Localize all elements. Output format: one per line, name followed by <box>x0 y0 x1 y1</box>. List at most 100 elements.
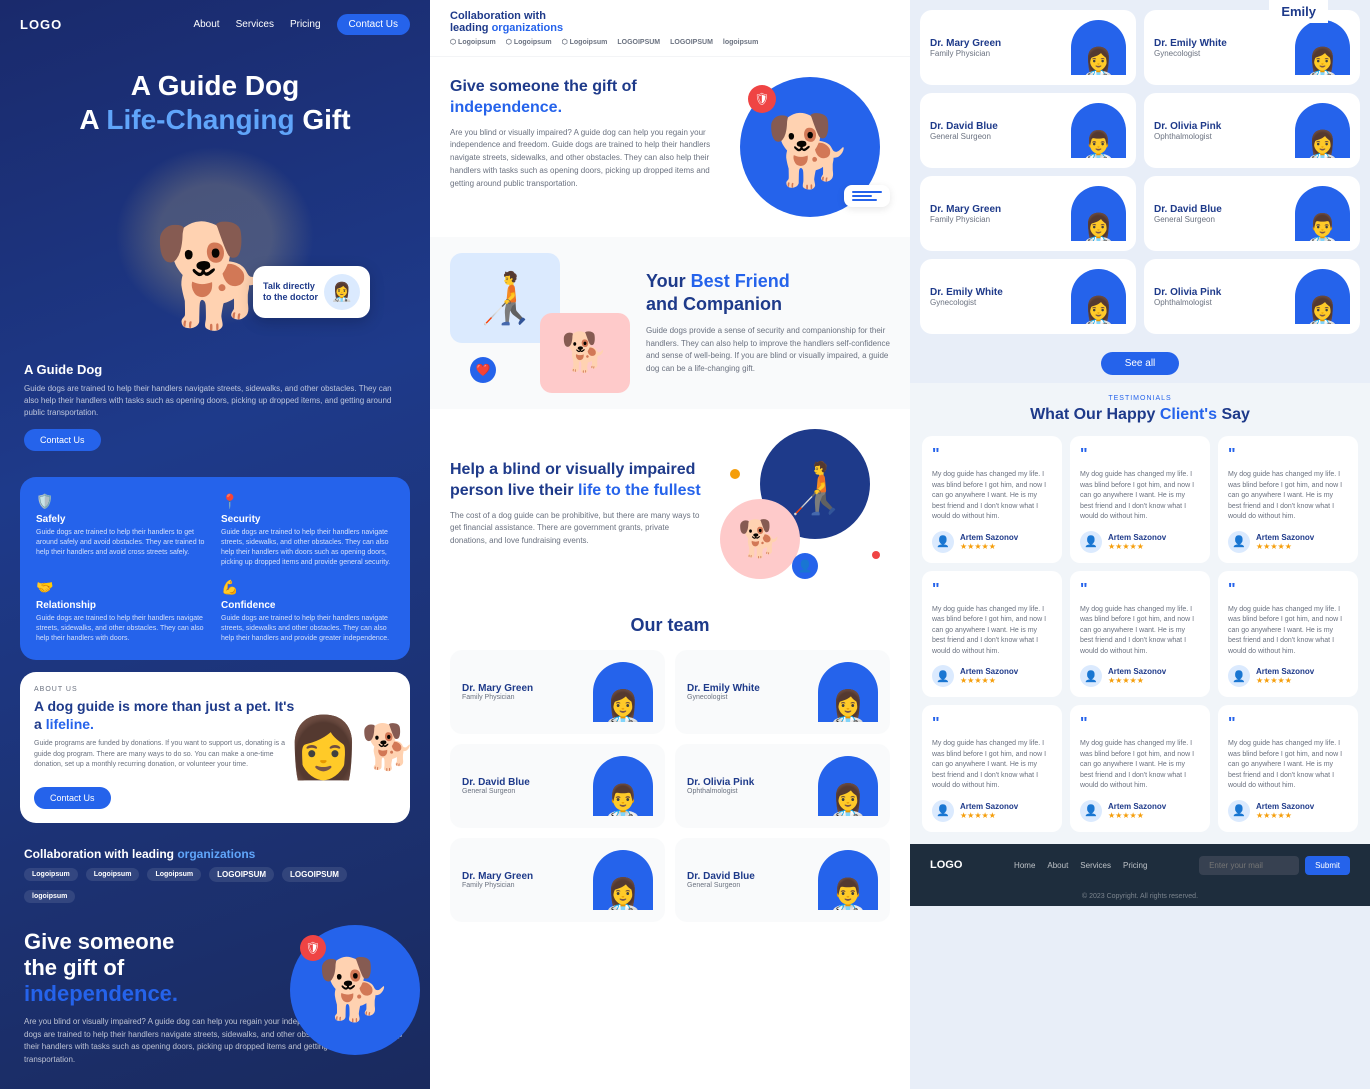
testimonial-7: " My dog guide has changed my life. I wa… <box>1070 705 1210 832</box>
footer-services[interactable]: Services <box>1080 861 1111 870</box>
stars-7: ★★★★★ <box>1108 811 1166 820</box>
doctor-name-6: Dr. Emily White <box>930 287 1063 298</box>
testimonial-text-8: My dog guide has changed my life. I was … <box>1228 739 1348 792</box>
author-avatar-8: 👤 <box>1228 800 1250 822</box>
logo-pill-2: Logoipsum <box>86 868 140 881</box>
team-avatar-0: 👩‍⚕️ <box>593 662 653 722</box>
bf-desc: Guide dogs provide a sense of security a… <box>646 325 890 376</box>
nav-pricing[interactable]: Pricing <box>290 19 321 30</box>
dot-orange <box>872 551 880 559</box>
blind-section: Help a blind or visually impaired person… <box>430 409 910 599</box>
bf-text: Your Best Friendand Companion Guide dogs… <box>646 270 890 376</box>
page-wrapper: LOGO About Services Pricing Contact Us A… <box>0 0 1370 1089</box>
doctor-spec-1: Gynecologist <box>1154 49 1287 58</box>
team-avatar-1: 👩‍⚕️ <box>818 662 878 722</box>
team-name-4: Dr. Mary Green <box>462 871 585 882</box>
collab-logos-left: Logoipsum Logoipsum Logoipsum LOGOIPSUM … <box>24 867 406 903</box>
doctor-info-1: Dr. Emily White Gynecologist <box>1154 38 1287 58</box>
nav-services[interactable]: Services <box>236 19 274 30</box>
team-name-0: Dr. Mary Green <box>462 683 585 694</box>
nav-links: About Services Pricing Contact Us <box>193 14 410 35</box>
independence-section: Give someone the gift of independence. A… <box>430 57 910 237</box>
middle-panel: Collaboration withleading organizations … <box>430 0 910 1089</box>
testimonial-text-4: My dog guide has changed my life. I was … <box>1080 605 1200 658</box>
bf-title: Your Best Friendand Companion <box>646 270 890 317</box>
mid-logo-2: ⬡ Logoipsum <box>506 38 552 46</box>
quote-icon-5: " <box>1228 581 1348 599</box>
lines-badge <box>844 185 890 207</box>
author-info-1: Artem Sazonov ★★★★★ <box>1108 533 1166 551</box>
doctor-name-5: Dr. David Blue <box>1154 204 1287 215</box>
author-name-8: Artem Sazonov <box>1256 802 1314 811</box>
testimonial-1: " My dog guide has changed my life. I wa… <box>1070 436 1210 563</box>
relationship-desc: Guide dogs are trained to help their han… <box>36 614 209 643</box>
footer-copyright: © 2023 Copyright. All rights reserved. <box>910 887 1370 906</box>
doctor-info-5: Dr. David Blue General Surgeon <box>1154 204 1287 224</box>
doctor-card-5: Dr. David Blue General Surgeon 👨‍⚕️ <box>1144 176 1360 251</box>
team-card-1: Dr. Emily White Gynecologist 👩‍⚕️ <box>675 650 890 734</box>
testimonials-tag: TESTIMONIALS <box>922 395 1358 402</box>
author-avatar-1: 👤 <box>1080 531 1102 553</box>
doctor-bubble: Talk directlyto the doctor 👩‍⚕️ <box>253 266 370 318</box>
nav-about[interactable]: About <box>193 19 219 30</box>
newsletter-input[interactable] <box>1199 856 1299 875</box>
doctor-card-3: Dr. Olivia Pink Ophthalmologist 👩‍⚕️ <box>1144 93 1360 168</box>
doctor-name-2: Dr. David Blue <box>930 121 1063 132</box>
doctor-name-7: Dr. Olivia Pink <box>1154 287 1287 298</box>
stars-2: ★★★★★ <box>1256 542 1314 551</box>
quote-icon-4: " <box>1080 581 1200 599</box>
doctor-card-7: Dr. Olivia Pink Ophthalmologist 👩‍⚕️ <box>1144 259 1360 334</box>
confidence-icon: 💪 <box>221 579 394 596</box>
team-info-5: Dr. David Blue General Surgeon <box>687 871 810 889</box>
mid-logo-3: ⬡ Logoipsum <box>562 38 608 46</box>
testimonials-grid: " My dog guide has changed my life. I wa… <box>922 436 1358 832</box>
hero-section: A Guide Dog A Life-Changing Gift 🐕 Talk … <box>0 49 430 346</box>
newsletter-submit[interactable]: Submit <box>1305 856 1350 875</box>
footer-about[interactable]: About <box>1047 861 1068 870</box>
relationship-icon: 🤝 <box>36 579 209 596</box>
see-all-button[interactable]: See all <box>1101 352 1180 375</box>
bubble-text: Talk directlyto the doctor <box>263 281 318 304</box>
person-badge: 👤 <box>792 553 818 579</box>
testimonial-text-2: My dog guide has changed my life. I was … <box>1228 470 1348 523</box>
stars-6: ★★★★★ <box>960 811 1018 820</box>
doctor-card-4: Dr. Mary Green Family Physician 👩‍⚕️ <box>920 176 1136 251</box>
features-grid: 🛡️ Safely Guide dogs are trained to help… <box>20 477 410 660</box>
lifeline-contact-button[interactable]: Contact Us <box>34 787 111 809</box>
nav-cta-button[interactable]: Contact Us <box>337 14 410 35</box>
blind-title: Help a blind or visually impaired person… <box>450 460 704 502</box>
indep-desc: Are you blind or visually impaired? A gu… <box>450 127 724 191</box>
team-info-4: Dr. Mary Green Family Physician <box>462 871 585 889</box>
doc-avatar-0: 👩‍⚕️ <box>1071 20 1126 75</box>
logo-row-mid: ⬡ Logoipsum ⬡ Logoipsum ⬡ Logoipsum LOGO… <box>450 38 890 46</box>
doctor-card-2: Dr. David Blue General Surgeon 👨‍⚕️ <box>920 93 1136 168</box>
confidence-title: Confidence <box>221 600 394 611</box>
footer-home[interactable]: Home <box>1014 861 1035 870</box>
best-friend-section: 🧑‍🦯 🐕 ❤️ Your Best Friendand Companion G… <box>430 237 910 409</box>
lifeline-tag: ABOUT US <box>34 686 296 693</box>
doctor-card-6: Dr. Emily White Gynecologist 👩‍⚕️ <box>920 259 1136 334</box>
feature-safely: 🛡️ Safely Guide dogs are trained to help… <box>36 493 209 567</box>
heart-badge: ❤️ <box>470 357 496 383</box>
stars-1: ★★★★★ <box>1108 542 1166 551</box>
relationship-title: Relationship <box>36 600 209 611</box>
feature-security: 📍 Security Guide dogs are trained to hel… <box>221 493 394 567</box>
guide-contact-button[interactable]: Contact Us <box>24 429 101 451</box>
footer-logo: LOGO <box>930 859 962 871</box>
team-spec-0: Family Physician <box>462 694 585 701</box>
team-name-3: Dr. Olivia Pink <box>687 777 810 788</box>
security-desc: Guide dogs are trained to help their han… <box>221 528 394 567</box>
doctor-spec-4: Family Physician <box>930 215 1063 224</box>
testimonials-title: What Our Happy Client's Say <box>922 406 1358 424</box>
team-spec-4: Family Physician <box>462 882 585 889</box>
team-avatar-2: 👨‍⚕️ <box>593 756 653 816</box>
lifeline-image: 👩🐕 <box>306 702 396 792</box>
right-panel: Dr. Mary Green Family Physician 👩‍⚕️ Dr.… <box>910 0 1370 1089</box>
blind-images: 🧑‍🦯 🐕 👤 <box>720 429 890 579</box>
author-avatar-7: 👤 <box>1080 800 1102 822</box>
author-avatar-5: 👤 <box>1228 665 1250 687</box>
team-name-5: Dr. David Blue <box>687 871 810 882</box>
author-info-2: Artem Sazonov ★★★★★ <box>1256 533 1314 551</box>
doctor-card-0: Dr. Mary Green Family Physician 👩‍⚕️ <box>920 10 1136 85</box>
footer-pricing[interactable]: Pricing <box>1123 861 1147 870</box>
